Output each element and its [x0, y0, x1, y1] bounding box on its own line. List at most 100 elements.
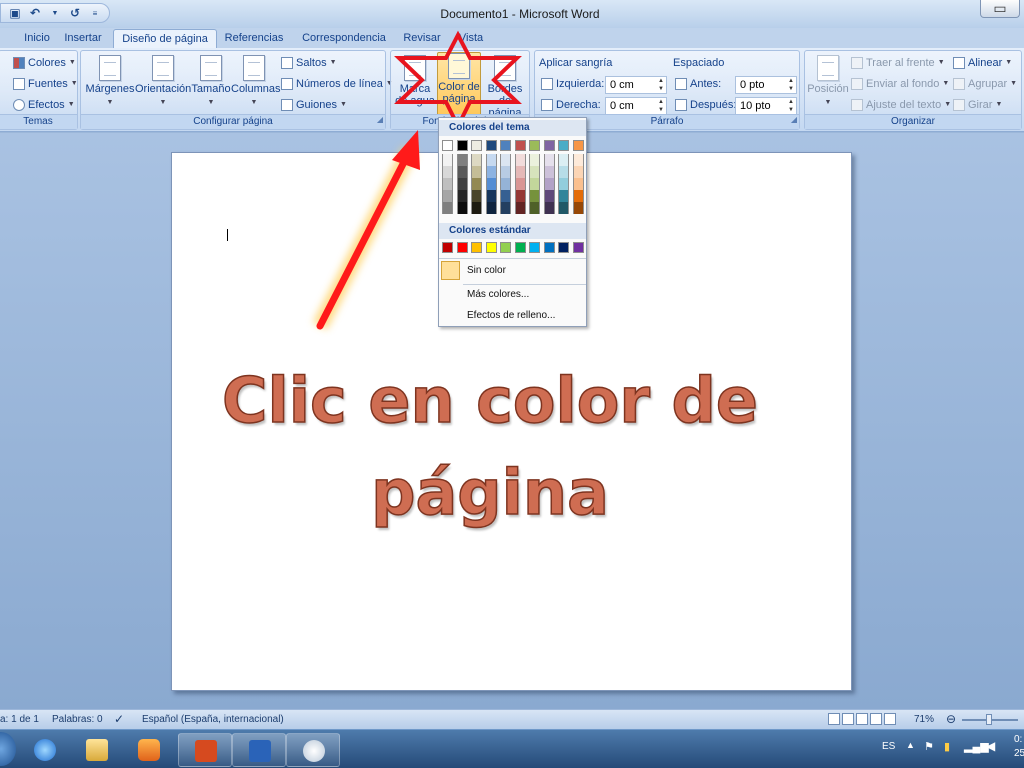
zoom-out-icon[interactable]: ⊖ — [946, 710, 956, 729]
margenes-button[interactable]: Márgenes ▼ — [85, 55, 135, 113]
theme-color-swatch[interactable] — [572, 190, 584, 202]
theme-color-swatch[interactable] — [456, 154, 468, 166]
theme-color-swatch[interactable] — [529, 202, 540, 214]
theme-color-swatch[interactable] — [456, 166, 468, 178]
volume-icon[interactable]: ◀ — [986, 739, 995, 753]
standard-color-swatch[interactable] — [500, 242, 511, 253]
customize-qat-icon[interactable]: ≡ — [87, 5, 103, 21]
standard-color-swatch[interactable] — [529, 242, 540, 253]
theme-color-swatch[interactable] — [500, 202, 511, 214]
theme-color-swatch[interactable] — [543, 154, 555, 166]
theme-color-swatch[interactable] — [471, 140, 482, 151]
spinner-icon[interactable]: ▲ ▼ — [786, 98, 796, 114]
enviar-fondo-button[interactable]: Enviar al fondo ▼ — [851, 75, 949, 93]
theme-color-swatch[interactable] — [543, 190, 555, 202]
tab-diseño-de-página[interactable]: Diseño de página — [113, 29, 217, 48]
theme-color-swatch[interactable] — [442, 190, 453, 202]
dialog-launcher-icon[interactable]: ◢ — [377, 113, 383, 127]
standard-color-swatch[interactable] — [456, 242, 468, 253]
standard-color-swatch[interactable] — [442, 242, 453, 253]
orientacion-button[interactable]: Orientación ▼ — [135, 55, 191, 113]
close-window-button[interactable]: ▭ — [980, 0, 1020, 18]
theme-color-swatch[interactable] — [471, 178, 482, 190]
theme-color-swatch[interactable] — [529, 140, 540, 151]
outline-icon[interactable] — [870, 713, 882, 725]
theme-color-swatch[interactable] — [572, 166, 584, 178]
antes-input[interactable]: 0 pto ▲ ▼ — [735, 76, 797, 94]
theme-color-swatch[interactable] — [442, 140, 453, 151]
theme-color-swatch[interactable] — [485, 202, 497, 214]
language-indicator[interactable]: Español (España, internacional) — [142, 710, 284, 729]
tab-referencias[interactable]: Referencias — [217, 29, 291, 48]
theme-color-swatch[interactable] — [485, 190, 497, 202]
agrupar-button[interactable]: Agrupar ▼ — [953, 75, 1017, 93]
spelling-icon[interactable]: ✓ — [114, 710, 124, 729]
efectos-relleno-item[interactable]: Efectos de relleno... — [467, 310, 555, 321]
theme-color-swatch[interactable] — [456, 202, 468, 214]
power-icon[interactable]: ▮ — [944, 740, 950, 753]
tab-correspondencia[interactable]: Correspondencia — [293, 29, 395, 48]
web-layout-icon[interactable] — [856, 713, 868, 725]
colores-button[interactable]: Colores ▼ — [13, 54, 76, 72]
theme-color-swatch[interactable] — [456, 140, 468, 151]
theme-color-swatch[interactable] — [558, 178, 569, 190]
standard-color-swatch[interactable] — [485, 242, 497, 253]
taskbar-powerpoint[interactable] — [178, 733, 232, 767]
taskbar-explorer[interactable] — [70, 733, 124, 767]
standard-color-swatch[interactable] — [558, 242, 569, 253]
efectos-button[interactable]: Efectos ▼ — [13, 96, 75, 114]
start-button[interactable] — [0, 732, 16, 766]
tab-inicio[interactable]: Inicio — [15, 29, 59, 48]
ajuste-texto-button[interactable]: Ajuste del texto ▼ — [851, 96, 951, 114]
fuentes-button[interactable]: Fuentes ▼ — [13, 75, 78, 93]
tab-insertar[interactable]: Insertar — [55, 29, 111, 48]
theme-color-swatch[interactable] — [572, 140, 584, 151]
theme-color-swatch[interactable] — [456, 178, 468, 190]
marca-agua-button[interactable]: Marca de agua — [393, 55, 437, 113]
clock[interactable]: 0:25/ — [1014, 733, 1024, 761]
theme-color-swatch[interactable] — [485, 140, 497, 151]
theme-color-swatch[interactable] — [572, 178, 584, 190]
theme-color-swatch[interactable] — [543, 166, 555, 178]
tray-expand-icon[interactable]: ▲ — [906, 740, 915, 750]
theme-color-swatch[interactable] — [529, 166, 540, 178]
language-tray[interactable]: ES — [882, 741, 895, 752]
theme-color-swatch[interactable] — [500, 154, 511, 166]
undo-icon[interactable]: ↶ — [27, 5, 43, 21]
despues-input[interactable]: 10 pto ▲ ▼ — [735, 97, 797, 115]
izquierda-input[interactable]: 0 cm ▲ ▼ — [605, 76, 667, 94]
tab-revisar[interactable]: Revisar — [397, 29, 447, 48]
theme-color-swatch[interactable] — [471, 166, 482, 178]
theme-color-swatch[interactable] — [500, 190, 511, 202]
bordes-pagina-button[interactable]: Bordes de página — [481, 55, 529, 119]
tamano-button[interactable]: Tamaño ▼ — [191, 55, 231, 113]
theme-color-swatch[interactable] — [514, 154, 526, 166]
columnas-button[interactable]: Columnas ▼ — [231, 55, 281, 113]
theme-color-swatch[interactable] — [500, 140, 511, 151]
mas-colores-item[interactable]: Más colores... — [467, 289, 529, 300]
tab-vista[interactable]: Vista — [451, 29, 491, 48]
dropdown-caret-icon[interactable]: ▼ — [47, 5, 63, 21]
standard-color-swatch[interactable] — [543, 242, 555, 253]
saltos-button[interactable]: Saltos ▼ — [281, 54, 337, 72]
theme-color-swatch[interactable] — [442, 166, 453, 178]
theme-color-swatch[interactable] — [572, 154, 584, 166]
save-icon[interactable]: ▣ — [7, 5, 23, 21]
theme-color-swatch[interactable] — [558, 202, 569, 214]
theme-color-swatch[interactable] — [543, 178, 555, 190]
draft-icon[interactable] — [884, 713, 896, 725]
theme-color-swatch[interactable] — [558, 166, 569, 178]
word-count[interactable]: Palabras: 0 — [52, 710, 103, 729]
zoom-level[interactable]: 71% — [914, 710, 934, 729]
theme-color-swatch[interactable] — [558, 140, 569, 151]
guiones-button[interactable]: Guiones ▼ — [281, 96, 347, 114]
theme-color-swatch[interactable] — [471, 190, 482, 202]
theme-color-swatch[interactable] — [514, 190, 526, 202]
print-layout-icon[interactable] — [828, 713, 840, 725]
theme-color-swatch[interactable] — [500, 178, 511, 190]
theme-color-swatch[interactable] — [485, 166, 497, 178]
color-pagina-button[interactable]: Color de página — [437, 52, 481, 116]
spinner-icon[interactable]: ▲ ▼ — [656, 98, 666, 114]
spinner-icon[interactable]: ▲ ▼ — [656, 77, 666, 93]
dialog-launcher-icon[interactable]: ◢ — [791, 113, 797, 127]
